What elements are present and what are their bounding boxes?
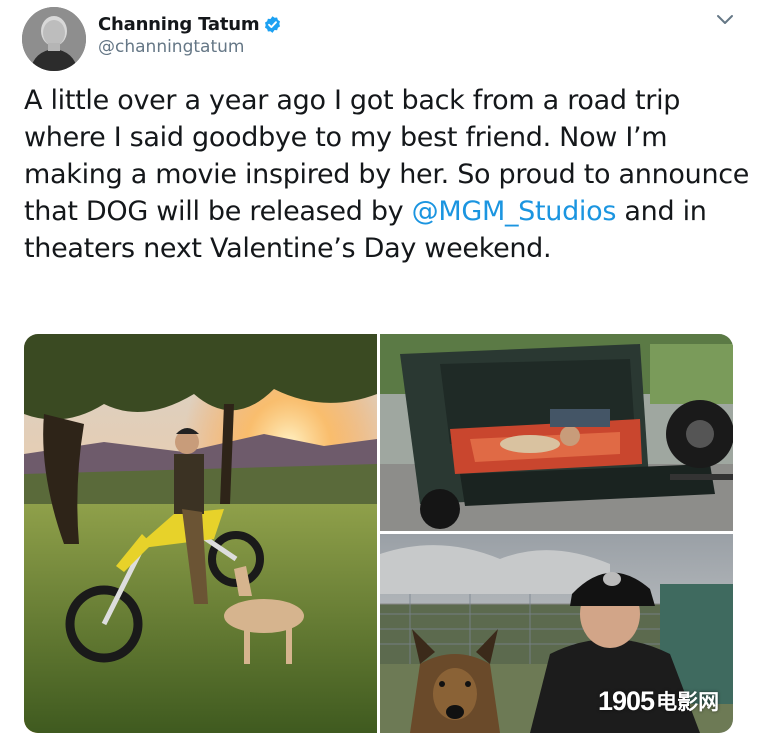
user-handle[interactable]: @channingtatum	[98, 37, 244, 57]
avatar-image	[22, 7, 86, 71]
watermark-number: 1905	[598, 685, 655, 716]
author-name-row[interactable]: Channing Tatum	[98, 12, 282, 36]
media-grid	[24, 334, 733, 733]
mention-link[interactable]: @MGM_Studios	[412, 196, 617, 227]
tweet-card: Channing Tatum @channingtatum A little o…	[0, 0, 770, 752]
watermark-chinese: 电影网	[656, 691, 720, 714]
photo-truck[interactable]	[380, 334, 733, 531]
tweet-text: A little over a year ago I got back from…	[24, 82, 754, 267]
verified-badge-icon	[265, 15, 281, 33]
photo-dirtbike[interactable]	[24, 334, 377, 733]
chevron-down-icon[interactable]	[716, 13, 734, 27]
site-watermark: 1905 电影网	[598, 685, 719, 717]
avatar[interactable]	[22, 7, 86, 71]
display-name[interactable]: Channing Tatum	[98, 14, 260, 35]
